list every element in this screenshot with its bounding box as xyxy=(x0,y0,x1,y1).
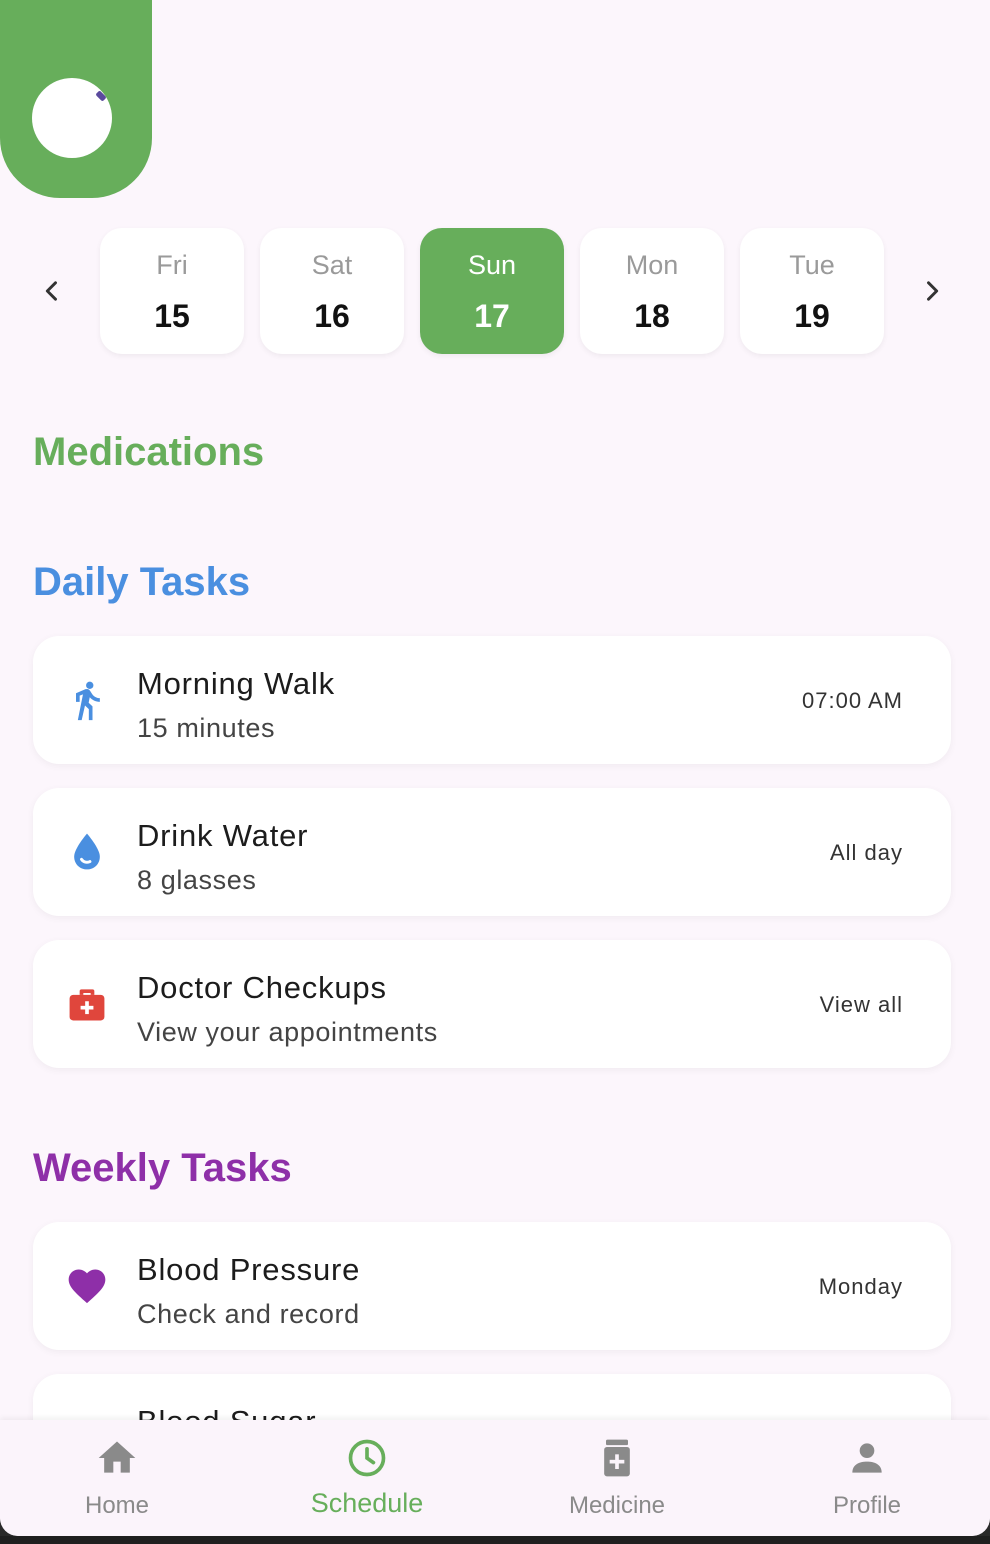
nav-medicine[interactable]: Medicine xyxy=(493,1420,741,1536)
nav-profile[interactable]: Profile xyxy=(743,1420,990,1536)
day-number: 15 xyxy=(154,298,190,334)
home-icon xyxy=(98,1441,136,1473)
daily-tasks-heading: Daily Tasks xyxy=(33,560,251,604)
task-card-morning-walk[interactable]: Morning Walk 15 minutes 07:00 AM xyxy=(33,636,951,764)
day-card-mon[interactable]: Mon 18 xyxy=(580,228,724,354)
schedule-screen: Fri 15 Sat 16 Sun 17 Mon 18 Tue 19 Medic… xyxy=(0,0,990,1536)
chevron-right-icon xyxy=(927,281,939,301)
medical-kit-icon xyxy=(63,980,111,1028)
day-name: Mon xyxy=(625,250,679,280)
header-badge xyxy=(0,0,152,198)
day-number: 17 xyxy=(474,298,510,334)
chevron-left-icon xyxy=(45,281,57,301)
walking-icon xyxy=(63,676,111,724)
task-day: Monday xyxy=(818,1274,903,1299)
task-time: 07:00 AM xyxy=(802,688,903,713)
next-days-button[interactable] xyxy=(912,271,952,311)
day-card-sun-selected[interactable]: Sun 17 xyxy=(420,228,564,354)
day-number: 19 xyxy=(794,298,830,334)
bottom-navigation-bar: Home Schedule Medicine Profile xyxy=(0,1420,990,1536)
task-title: Morning Walk xyxy=(137,666,335,701)
task-card-doctor-checkups[interactable]: Doctor Checkups View your appointments V… xyxy=(33,940,951,1068)
task-card-blood-pressure[interactable]: Blood Pressure Check and record Monday xyxy=(33,1222,951,1350)
task-subtitle: Check and record xyxy=(137,1299,360,1329)
medicine-icon xyxy=(604,1439,630,1477)
day-card-tue[interactable]: Tue 19 xyxy=(740,228,884,354)
view-all-link[interactable]: View all xyxy=(820,992,903,1018)
day-card-sat[interactable]: Sat 16 xyxy=(260,228,404,354)
day-name: Fri xyxy=(156,250,188,280)
water-drop-icon xyxy=(63,828,111,876)
weekly-tasks-heading: Weekly Tasks xyxy=(33,1146,292,1190)
person-icon xyxy=(852,1443,882,1473)
day-card-fri[interactable]: Fri 15 xyxy=(100,228,244,354)
nav-home[interactable]: Home xyxy=(0,1420,241,1536)
clock-icon xyxy=(348,1439,386,1477)
nav-label: Medicine xyxy=(568,1492,666,1519)
day-number: 16 xyxy=(314,298,350,334)
task-title: Blood Pressure xyxy=(137,1252,361,1287)
task-time: All day xyxy=(829,840,903,865)
device-bottom-edge xyxy=(0,1536,990,1544)
previous-days-button[interactable] xyxy=(32,271,72,311)
day-name: Sat xyxy=(311,250,353,280)
task-subtitle: 15 minutes xyxy=(137,713,276,743)
nav-schedule[interactable]: Schedule xyxy=(243,1420,491,1536)
day-name: Sun xyxy=(467,250,517,280)
heart-icon xyxy=(63,1262,111,1310)
day-number: 18 xyxy=(634,298,670,334)
task-title: Doctor Checkups xyxy=(137,970,387,1005)
day-name: Tue xyxy=(789,250,835,280)
nav-label: Schedule xyxy=(310,1488,424,1518)
task-subtitle: 8 glasses xyxy=(137,865,257,895)
task-card-drink-water[interactable]: Drink Water 8 glasses All day xyxy=(33,788,951,916)
task-title: Drink Water xyxy=(137,818,309,853)
medications-heading: Medications xyxy=(33,430,265,474)
nav-label: Profile xyxy=(832,1492,902,1519)
nav-label: Home xyxy=(84,1492,150,1519)
task-subtitle: View your appointments xyxy=(137,1017,438,1047)
